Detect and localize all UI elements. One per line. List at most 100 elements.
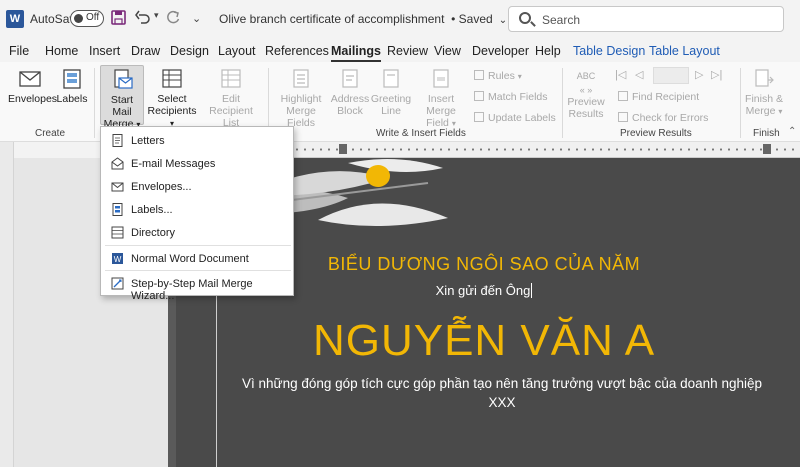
text-cursor — [531, 283, 533, 298]
group-separator — [562, 68, 563, 138]
edit-recipient-list-button[interactable]: Edit Recipient List — [200, 68, 262, 129]
labels-button[interactable]: Labels — [55, 68, 89, 105]
greeting-label-2: Line — [381, 105, 401, 117]
search-icon — [519, 12, 531, 24]
ruler-indent-marker[interactable] — [339, 144, 347, 154]
highlight-fields-icon — [293, 69, 309, 88]
tab-home[interactable]: Home — [45, 44, 78, 58]
tab-developer[interactable]: Developer — [472, 44, 529, 58]
previous-record-icon[interactable]: ◁ — [635, 68, 643, 81]
menu-item-envelopes[interactable]: Envelopes... — [101, 175, 293, 198]
insert-field-icon — [433, 69, 449, 88]
finish-label-1: Finish & — [745, 93, 783, 105]
horizontal-ruler[interactable] — [293, 142, 800, 158]
menu-item-labels[interactable]: Labels... — [101, 198, 293, 221]
update-labels-button[interactable]: Update Labels — [474, 112, 556, 124]
check-errors-icon — [618, 112, 628, 122]
title-chevron-down-icon: ⌄ — [496, 15, 508, 26]
finish-merge-button[interactable]: Finish & Merge ▾ — [743, 68, 785, 117]
preview-results-button[interactable]: ABC « » Preview Results — [566, 68, 606, 120]
select-recipients-button[interactable]: Select Recipients ▾ — [146, 68, 198, 129]
customize-toolbar-icon[interactable]: ⌄ — [192, 12, 201, 25]
group-separator — [94, 68, 95, 138]
word-logo-icon: W — [6, 10, 24, 28]
find-recipient-icon — [618, 91, 628, 101]
recipient-name[interactable]: NGUYỄN VĂN A — [168, 316, 800, 366]
save-status: • Saved — [451, 12, 493, 26]
finish-label-2: Merge — [745, 105, 776, 117]
document-title[interactable]: Olive branch certificate of accomplishme… — [219, 12, 507, 26]
find-recipient-label: Find Recipient — [632, 91, 700, 103]
tab-draw[interactable]: Draw — [131, 44, 160, 58]
search-box[interactable]: Search — [508, 6, 784, 32]
mail-merge-wizard-label: Step-by-Step Mail Merge Wizard... — [131, 278, 253, 302]
tab-references[interactable]: References — [265, 44, 329, 58]
tab-view[interactable]: View — [434, 44, 461, 58]
certificate-description[interactable]: Vì những đóng góp tích cực góp phần tạo … — [232, 374, 772, 412]
labels-icon — [112, 203, 123, 216]
update-labels-icon — [474, 112, 484, 122]
start-mail-merge-button[interactable]: Start Mail Merge ▾ — [100, 65, 144, 130]
collapse-ribbon-icon[interactable]: ⌃ — [788, 126, 796, 137]
find-recipient-button[interactable]: Find Recipient — [618, 91, 699, 103]
tab-file[interactable]: File — [9, 44, 29, 58]
letter-document-icon — [112, 134, 123, 147]
document-name: Olive branch certificate of accomplishme… — [219, 12, 445, 26]
chevron-down-icon: ▾ — [778, 107, 783, 116]
undo-dropdown-icon[interactable]: ▾ — [154, 10, 159, 21]
menu-item-mail-merge-wizard[interactable]: Step-by-Step Mail Merge Wizard... — [101, 272, 293, 302]
vertical-ruler — [0, 142, 14, 467]
next-record-icon[interactable]: ▷ — [695, 68, 703, 81]
envelope-icon — [111, 182, 124, 192]
preview-label-1: Preview — [567, 96, 605, 108]
greeting-label-1: Greeting — [370, 93, 412, 105]
rules-button[interactable]: Rules ▾ — [474, 70, 522, 82]
preview-group-label: Preview Results — [620, 128, 692, 139]
directory-icon — [111, 226, 124, 239]
menu-item-letters[interactable]: Letters — [101, 129, 293, 152]
first-record-icon[interactable]: |◁ — [615, 68, 626, 81]
tab-table-design[interactable]: Table Design — [573, 44, 645, 58]
envelope-icon — [19, 71, 41, 87]
preview-label-2: Results — [568, 108, 604, 120]
check-errors-button[interactable]: Check for Errors — [618, 112, 708, 124]
record-number-input[interactable] — [653, 67, 689, 84]
title-bar: W AutoSave Off ▾ ⌄ Olive branch certific… — [0, 0, 800, 38]
rules-icon — [474, 70, 484, 80]
last-record-icon[interactable]: ▷| — [711, 68, 722, 81]
tab-design[interactable]: Design — [170, 44, 209, 58]
menu-item-directory[interactable]: Directory — [101, 221, 293, 244]
redo-icon[interactable] — [166, 10, 181, 28]
menu-item-email-messages[interactable]: E-mail Messages — [101, 152, 293, 175]
tab-help[interactable]: Help — [535, 44, 561, 58]
menu-separator — [105, 245, 291, 246]
envelopes-label: Envelopes — [8, 93, 58, 105]
tab-review[interactable]: Review — [387, 44, 428, 58]
envelopes-button[interactable]: Envelopes — [8, 68, 57, 105]
address-label-2: Block — [337, 105, 363, 117]
check-errors-label: Check for Errors — [632, 112, 709, 124]
labels-label: Labels — [56, 93, 88, 105]
tab-mailings[interactable]: Mailings — [331, 44, 382, 62]
match-fields-icon — [474, 91, 484, 101]
tab-layout[interactable]: Layout — [218, 44, 256, 58]
tab-insert[interactable]: Insert — [89, 44, 120, 58]
insert-merge-field-button[interactable]: Insert Merge Field ▾ — [412, 68, 470, 129]
address-block-button[interactable]: Address Block — [330, 68, 370, 117]
labels-icon — [63, 69, 81, 89]
save-icon[interactable] — [111, 10, 126, 28]
tab-table-layout[interactable]: Table Layout — [649, 44, 720, 58]
rules-label: Rules — [488, 70, 515, 82]
select-recipients-label-2: Recipients — [147, 105, 197, 117]
create-group-label: Create — [35, 128, 66, 139]
highlight-merge-fields-button[interactable]: Highlight Merge Fields — [272, 68, 330, 129]
undo-icon[interactable] — [135, 10, 151, 28]
email-icon — [111, 157, 124, 170]
menu-item-normal-word-document[interactable]: W Normal Word Document — [101, 247, 293, 270]
ruler-right-marker[interactable] — [763, 144, 771, 154]
abc-preview-icon: ABC — [576, 71, 596, 81]
greeting-line-button[interactable]: Greeting Line — [370, 68, 412, 117]
ribbon-tabs: File Home Insert Draw Design Layout Refe… — [0, 38, 800, 62]
match-fields-button[interactable]: Match Fields — [474, 91, 548, 103]
autosave-toggle[interactable]: Off — [70, 10, 104, 27]
